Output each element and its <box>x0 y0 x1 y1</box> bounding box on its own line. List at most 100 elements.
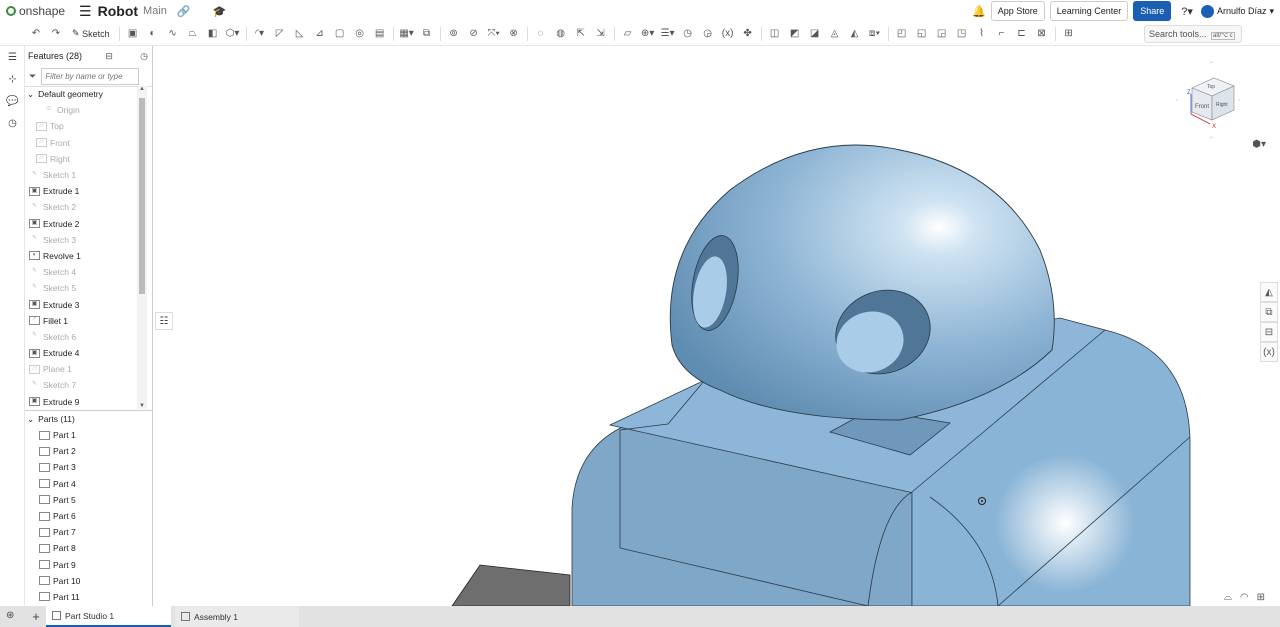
share-button[interactable]: Share <box>1133 1 1172 21</box>
measure-icon[interactable]: ◷ <box>680 26 696 42</box>
enclose-icon[interactable]: ⬡▾ <box>225 26 241 42</box>
add-tab-button[interactable]: + <box>26 606 46 627</box>
flange-icon[interactable]: ◳ <box>954 26 970 42</box>
view-cube[interactable]: Top Front Right Z X ⌃ ‹ › ⌄ <box>1174 60 1244 140</box>
move-face-icon[interactable]: ⇱ <box>573 26 589 42</box>
parts-group[interactable]: ⌄ Parts (11) <box>25 410 153 427</box>
user-menu[interactable]: Arnulfo Díaz ▾ <box>1200 4 1274 18</box>
delete-part-icon[interactable]: ⊗ <box>506 26 522 42</box>
insert-icon[interactable]: ⊹ <box>0 68 25 90</box>
part-item[interactable]: Part 8 <box>25 540 153 556</box>
feature-item[interactable]: ▣ Extrude 9 <box>25 394 137 409</box>
feature-tree-scrollbar[interactable]: ▲ ▼ <box>137 86 147 409</box>
parts-properties-icon[interactable]: ⧉ <box>1260 302 1278 322</box>
rotate-right-icon[interactable]: › <box>1238 98 1240 104</box>
feature-item[interactable]: ◜ Fillet 1 <box>25 313 137 329</box>
learning-cap-icon[interactable]: 🎓 <box>213 5 227 18</box>
history-icon[interactable]: ◷ <box>0 112 25 134</box>
feature-item[interactable]: ▱ Right <box>25 151 137 167</box>
part-item[interactable]: Part 2 <box>25 443 153 459</box>
wrap-icon[interactable]: ◰ <box>894 26 910 42</box>
feature-item[interactable]: ✎ Sketch 2 <box>25 199 137 215</box>
feature-item[interactable]: ✎ Sketch 6 <box>25 329 137 345</box>
split-icon[interactable]: ⊘ <box>466 26 482 42</box>
feature-item[interactable]: ▣ Extrude 3 <box>25 296 137 312</box>
feature-item[interactable]: ✎ Sketch 5 <box>25 280 137 296</box>
feature-item[interactable]: ◐ Revolve 1 <box>25 248 137 264</box>
tab-part-studio-1[interactable]: Part Studio 1 <box>46 606 171 627</box>
tab-assembly-1[interactable]: Assembly 1 <box>175 606 299 627</box>
feature-item[interactable]: ✎ Sketch 7 <box>25 377 137 393</box>
feature-item[interactable]: ⊙ Origin <box>25 102 137 118</box>
graphics-viewport[interactable]: Top Front Right Z X ⌃ ‹ › ⌄ ⬢▾ <box>153 46 1280 606</box>
feature-item[interactable]: ✎ Sketch 4 <box>25 264 137 280</box>
chamfer-icon[interactable]: ◸ <box>272 26 288 42</box>
learning-center-button[interactable]: Learning Center <box>1049 1 1129 21</box>
arm-cylinder[interactable] <box>451 564 571 606</box>
mate-connector-icon[interactable]: ⊕▾ <box>640 26 656 42</box>
rotate-up-icon[interactable]: ⌃ <box>1209 61 1214 68</box>
feature-item[interactable]: ▣ Extrude 1 <box>25 183 137 199</box>
app-store-button[interactable]: App Store <box>990 1 1045 21</box>
sketch-button[interactable]: ✎ Sketch <box>68 26 114 42</box>
link-icon[interactable]: 🔗 <box>177 5 191 18</box>
appearance-icon[interactable]: ◭ <box>1260 282 1278 302</box>
hole-icon[interactable]: ◎ <box>352 26 368 42</box>
section-view-icon[interactable]: ⌓ <box>1224 592 1232 603</box>
feature-item[interactable]: ▱ Plane 1 <box>25 361 137 377</box>
draft-icon[interactable]: ◺ <box>292 26 308 42</box>
helix-icon[interactable]: ☰▾ <box>660 26 676 42</box>
delete-face-icon[interactable]: ◍ <box>553 26 569 42</box>
add-custom-feature-icon[interactable]: ⊞ <box>1061 26 1077 42</box>
feature-item[interactable]: ▱ Top <box>25 118 137 134</box>
onshape-logo[interactable]: onshape <box>6 4 65 18</box>
transform-icon[interactable]: ⤧▾ <box>486 26 502 42</box>
plane-icon[interactable]: ▱ <box>620 26 636 42</box>
shell-icon[interactable]: ▢ <box>332 26 348 42</box>
extrude-icon[interactable]: ▣ <box>125 26 141 42</box>
filter-icon[interactable]: ⏷ <box>29 71 36 82</box>
boundary-surface-icon[interactable]: ◬ <box>827 26 843 42</box>
undo-icon[interactable]: ↶ <box>28 26 44 42</box>
part-item[interactable]: Part 4 <box>25 476 153 492</box>
rotate-down-icon[interactable]: ⌄ <box>1209 134 1214 140</box>
tab-icon[interactable]: ⌇ <box>974 26 990 42</box>
variable-icon[interactable]: (x) <box>720 26 736 42</box>
feature-item[interactable]: ✎ Sketch 3 <box>25 232 137 248</box>
scroll-up-icon[interactable]: ▲ <box>139 86 145 92</box>
part-item[interactable]: Part 7 <box>25 524 153 540</box>
view-options-icon[interactable]: ⬢▾ <box>1252 139 1266 150</box>
help-icon[interactable]: ?▾ <box>1181 5 1193 18</box>
bend-icon[interactable]: ◱ <box>914 26 930 42</box>
named-views-icon[interactable]: ⊞ <box>1257 592 1265 603</box>
rib-icon[interactable]: ⊿ <box>312 26 328 42</box>
part-item[interactable]: Part 3 <box>25 459 153 475</box>
notifications-bell-icon[interactable]: 🔔 <box>972 5 986 18</box>
part-item[interactable]: Part 5 <box>25 492 153 508</box>
part-item[interactable]: Part 10 <box>25 573 153 589</box>
feature-item[interactable]: ✎ Sketch 1 <box>25 167 137 183</box>
feature-item[interactable]: ▣ Extrude 2 <box>25 216 137 232</box>
fill-icon[interactable]: ◪ <box>807 26 823 42</box>
mirror-icon[interactable]: ⧉ <box>419 26 435 42</box>
sweep-icon[interactable]: ∿ <box>165 26 181 42</box>
default-geometry-group[interactable]: ⌄ Default geometry <box>25 86 137 102</box>
search-tools-input[interactable]: Search tools... alt/⌥ c <box>1144 25 1242 43</box>
scroll-down-icon[interactable]: ▼ <box>139 403 145 409</box>
display-states-icon[interactable]: ⊟ <box>105 51 113 62</box>
fillet-icon[interactable]: ◜▾ <box>252 26 268 42</box>
corner-icon[interactable]: ⌐ <box>994 26 1010 42</box>
rotate-left-icon[interactable]: ‹ <box>1176 98 1178 104</box>
frame-icon[interactable]: ⧈▾ <box>867 26 883 42</box>
pattern-icon[interactable]: ▦▾ <box>399 26 415 42</box>
offset-surface-icon[interactable]: ◩ <box>787 26 803 42</box>
part-item[interactable]: Part 6 <box>25 508 153 524</box>
surface-icon[interactable]: ◫ <box>767 26 783 42</box>
hamburger-menu-icon[interactable]: ☰ <box>79 3 92 20</box>
modify-fillet-icon[interactable]: ◌ <box>533 26 549 42</box>
redo-icon[interactable]: ↷ <box>48 26 64 42</box>
custom-feature-icon[interactable]: ⊠ <box>1034 26 1050 42</box>
feature-item[interactable]: ▣ Extrude 4 <box>25 345 137 361</box>
part-item[interactable]: Part 9 <box>25 557 153 573</box>
replace-face-icon[interactable]: ⇲ <box>593 26 609 42</box>
